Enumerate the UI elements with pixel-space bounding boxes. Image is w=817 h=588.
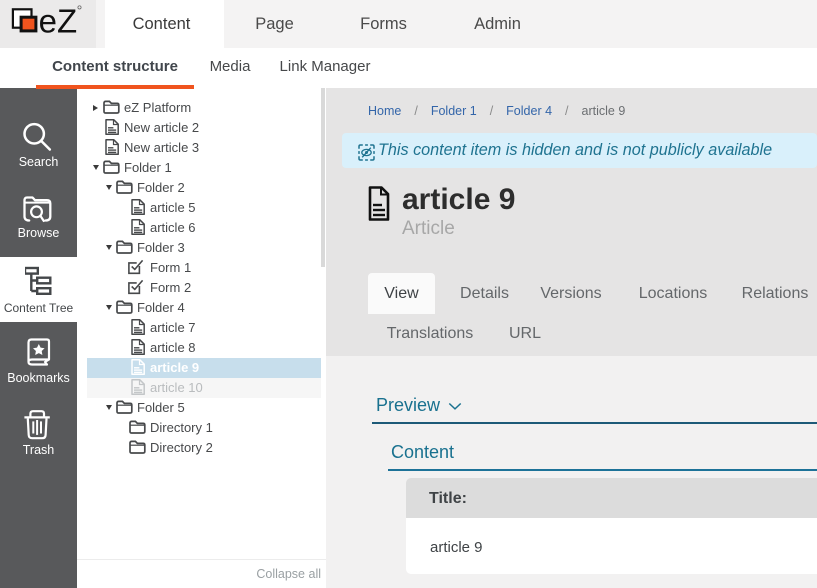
svg-text:eZ: eZ [39,2,78,39]
